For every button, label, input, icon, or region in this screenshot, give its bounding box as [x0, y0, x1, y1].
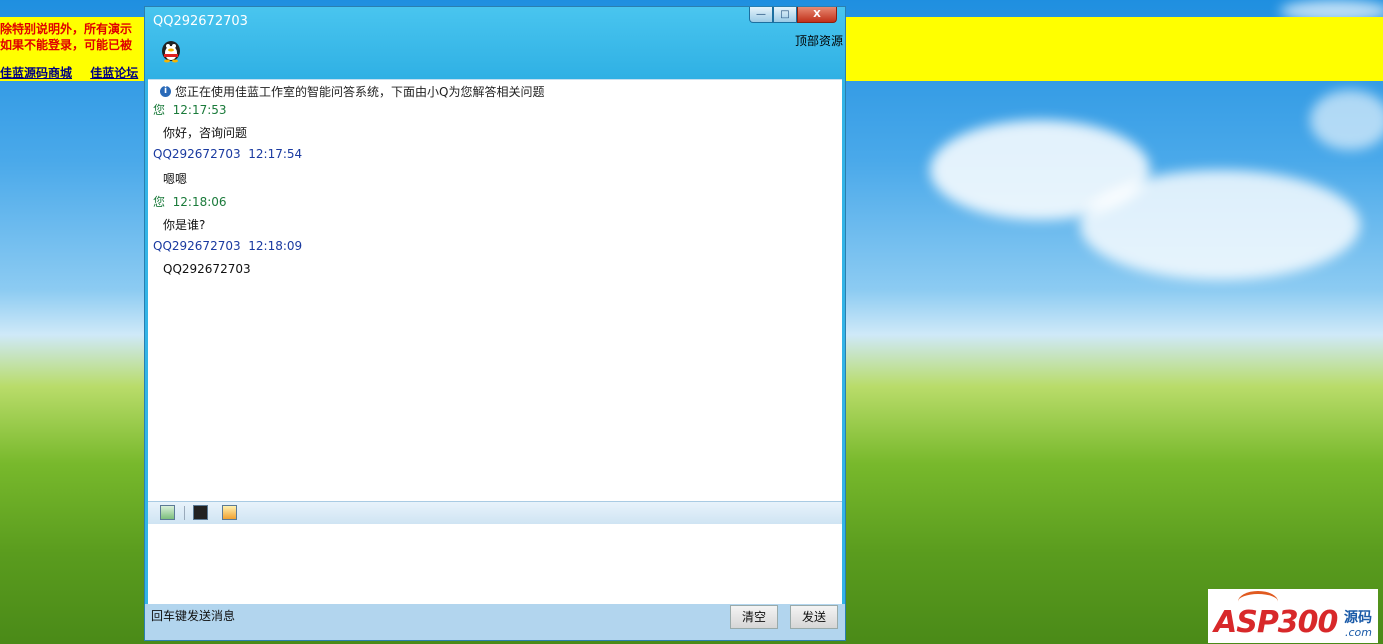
chat-history[interactable]: i 您正在使用佳蓝工作室的智能问答系统，下面由小Q为您解答相关问题 您 12:1…: [148, 79, 842, 502]
message-header: QQ292672703 12:18:09: [153, 239, 302, 253]
message-header: QQ292672703 12:17:54: [153, 147, 302, 161]
chat-toolbar: [148, 501, 842, 525]
info-icon: i: [160, 86, 171, 97]
message-text: 你好，咨询问题: [163, 126, 248, 140]
window-controls: — □ X: [749, 7, 837, 24]
message-sender: QQ292672703: [153, 147, 241, 161]
qq-penguin-icon: [158, 37, 184, 63]
message-time: 12:18:06: [172, 195, 227, 209]
refresh-icon[interactable]: [160, 505, 175, 520]
bottom-bar: 回车键发送消息 清空 发送: [145, 604, 845, 640]
message-sender: 您: [153, 103, 166, 117]
clear-button[interactable]: 清空: [730, 605, 778, 629]
message-text: 嗯嗯: [163, 172, 188, 186]
message-time: 12:18:09: [248, 239, 303, 253]
send-hint: 回车键发送消息: [151, 609, 236, 623]
link-source-mall[interactable]: 佳蓝源码商城: [0, 66, 72, 80]
link-forum[interactable]: 佳蓝论坛: [90, 66, 138, 80]
system-message: i 您正在使用佳蓝工作室的智能问答系统，下面由小Q为您解答相关问题: [160, 83, 544, 100]
watermark-logo: ASP300 源码 .com: [1208, 589, 1378, 643]
message-sender: 您: [153, 195, 166, 209]
close-button[interactable]: X: [797, 7, 837, 23]
message-time: 12:17:53: [172, 103, 227, 117]
save-icon[interactable]: [193, 505, 208, 520]
message-input[interactable]: [148, 524, 842, 604]
message-time: 12:17:54: [248, 147, 303, 161]
system-message-text: 您正在使用佳蓝工作室的智能问答系统，下面由小Q为您解答相关问题: [175, 85, 545, 99]
watermark-brand: ASP300: [1214, 605, 1338, 640]
title-bar[interactable]: QQ292672703 顶部资源 — □ X: [145, 7, 845, 79]
minimize-button[interactable]: —: [749, 7, 773, 23]
top-resource-link[interactable]: 顶部资源: [795, 32, 843, 49]
toolbar-divider: [184, 506, 185, 520]
send-button[interactable]: 发送: [790, 605, 838, 629]
window-title: QQ292672703: [153, 14, 248, 29]
message-header: 您 12:18:06: [153, 193, 227, 210]
message-sender: QQ292672703: [153, 239, 241, 253]
message-header: 您 12:17:53: [153, 101, 227, 118]
notice-line-1: 除特别说明外，所有演示: [0, 22, 133, 36]
watermark-cn: 源码: [1344, 610, 1372, 626]
message-text: 你是谁?: [163, 218, 206, 232]
site-links: 佳蓝源码商城 佳蓝论坛: [0, 64, 152, 81]
notice-line-2: 如果不能登录，可能已被: [0, 38, 133, 52]
maximize-button[interactable]: □: [773, 7, 797, 23]
watermark-domain: .com: [1345, 626, 1372, 639]
cloud: [1080, 170, 1360, 280]
message-text: QQ292672703: [163, 262, 251, 276]
chat-bubble-icon[interactable]: [222, 505, 237, 520]
chat-window: QQ292672703 顶部资源 — □ X i 您正在使用佳蓝工作室的智能问答…: [144, 6, 846, 641]
cloud: [1310, 90, 1383, 150]
